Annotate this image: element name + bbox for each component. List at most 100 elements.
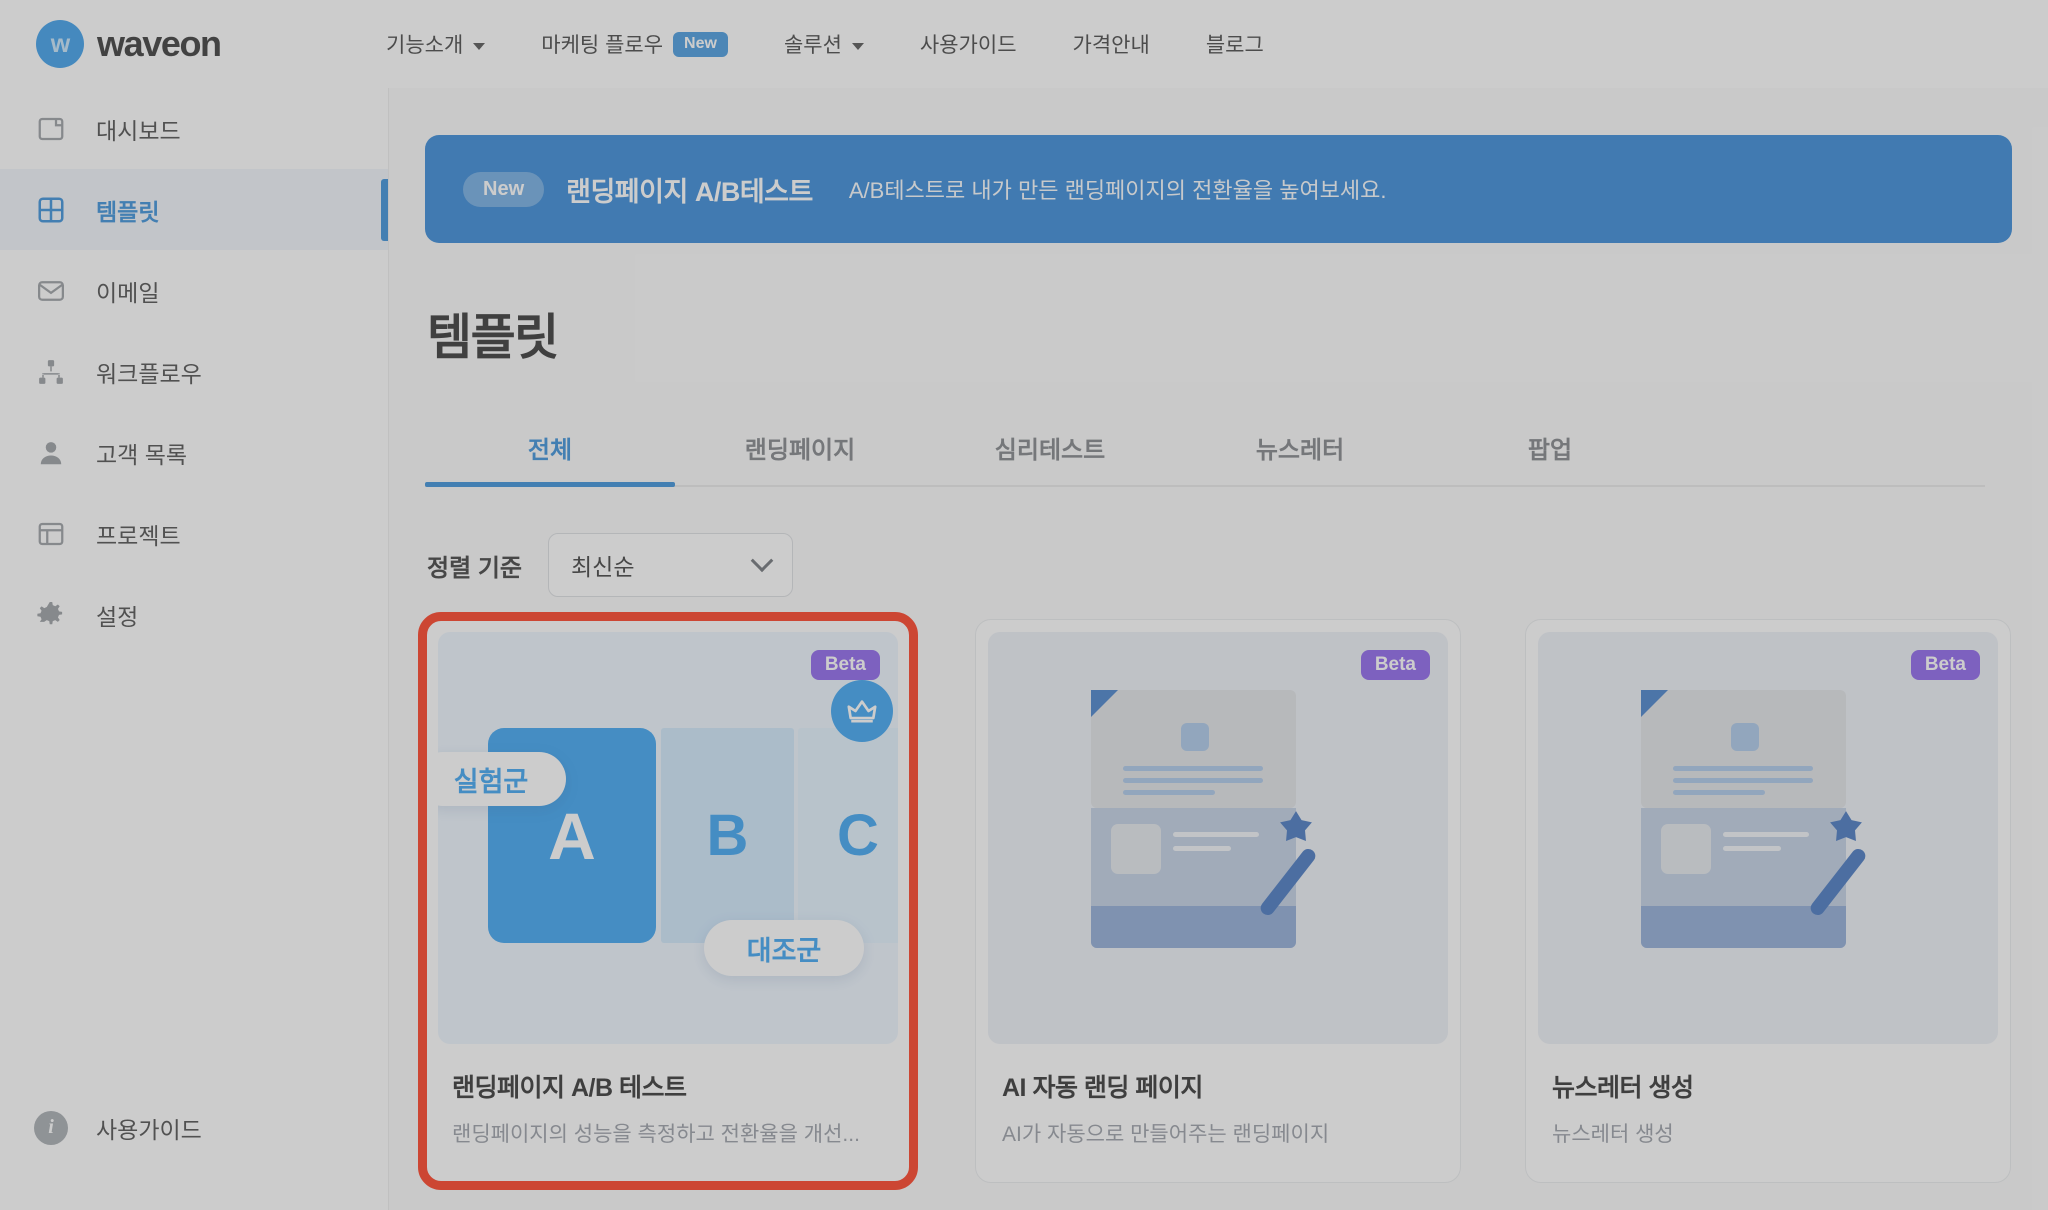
sort-label: 정렬 기준	[427, 554, 522, 582]
layout-icon	[34, 517, 68, 551]
ai-page-bottom	[1641, 808, 1846, 948]
nav-item-label: 사용가이드	[919, 34, 1017, 57]
tab-all[interactable]: 전체	[425, 430, 675, 487]
variant-b-block: B	[661, 728, 794, 943]
ai-avatar-block	[1731, 723, 1759, 751]
sidebar-item-label: 워크플로우	[96, 360, 202, 387]
corner-fold-icon	[1091, 690, 1118, 717]
sidebar-item-label: 이메일	[96, 279, 160, 306]
ai-avatar-block	[1181, 723, 1209, 751]
sidebar-item-workflow[interactable]: 워크플로우	[0, 331, 388, 412]
nav-item-user-guide[interactable]: 사용가이드	[892, 29, 1045, 59]
corner-fold-icon	[1641, 690, 1668, 717]
tab-landing-page[interactable]: 랜딩페이지	[675, 430, 925, 485]
card-thumbnail: Beta	[988, 632, 1448, 1044]
magic-star-icon	[1830, 811, 1862, 841]
card-body: 뉴스레터 생성 뉴스레터 생성	[1526, 1044, 2010, 1182]
sidebar-item-settings[interactable]: 설정	[0, 574, 388, 655]
page-title: 템플릿	[427, 311, 559, 365]
card-description: 랜딩페이지의 성능을 측정하고 전환율을 개선...	[452, 1123, 860, 1146]
sidebar-item-label: 프로젝트	[96, 522, 181, 549]
app-root: w waveon 기능소개 마케팅 플로우 New 솔루션 사용가이드 가격안내	[0, 0, 2048, 1210]
person-icon	[34, 436, 68, 470]
template-category-tabs: 전체 랜딩페이지 심리테스트 뉴스레터 팝업	[425, 421, 1985, 487]
ai-page-bottom	[1091, 808, 1296, 948]
sort-row: 정렬 기준 최신순	[427, 533, 2048, 597]
banner-subtitle: A/B테스트로 내가 만든 랜딩페이지의 전환율을 높여보세요.	[848, 178, 1387, 203]
active-indicator-bar	[381, 179, 388, 241]
template-card-ai-landing-page[interactable]: Beta AI 자동 랜딩 페이지 AI가 자동으로 만들어주는 랜딩페이지	[975, 619, 1461, 1183]
tab-label: 전체	[527, 437, 573, 464]
ab-test-artwork: A B C 실험군 대조군	[438, 632, 898, 1044]
sidebar-item-email[interactable]: 이메일	[0, 250, 388, 331]
nav-item-label: 블로그	[1205, 34, 1264, 57]
tab-label: 랜딩페이지	[744, 437, 856, 464]
top-navigation-bar: w waveon 기능소개 마케팅 플로우 New 솔루션 사용가이드 가격안내	[0, 0, 2048, 88]
brand-logo[interactable]: w waveon	[36, 20, 296, 68]
ai-text-line	[1123, 766, 1263, 771]
ai-page-top	[1091, 690, 1296, 808]
sidebar-footer: i 사용가이드	[0, 1087, 388, 1168]
card-body: 랜딩페이지 A/B 테스트 랜딩페이지의 성능을 측정하고 전환율을 개선...	[426, 1044, 910, 1182]
card-description: 뉴스레터 생성	[1552, 1123, 1674, 1146]
template-card-newsletter[interactable]: Beta 뉴스레터 생성 뉴스레터 생성	[1525, 619, 2011, 1183]
dashboard-icon	[34, 112, 68, 146]
template-card-grid: A B C 실험군 대조군 Beta 랜딩페이지 A/B 테스트 랜딩페이지의 …	[418, 612, 2048, 1190]
crown-icon	[831, 680, 893, 742]
sort-dropdown[interactable]: 최신순	[548, 533, 793, 597]
ai-image-block	[1661, 824, 1711, 874]
new-badge: New	[673, 31, 728, 57]
nav-item-marketing-flow[interactable]: 마케팅 플로우 New	[513, 29, 756, 59]
grid-icon	[34, 193, 68, 227]
nav-item-pricing[interactable]: 가격안내	[1045, 29, 1178, 59]
waveon-mark-icon: w	[36, 20, 84, 68]
nav-item-list: 기능소개 마케팅 플로우 New 솔루션 사용가이드 가격안내 블로그	[358, 29, 1292, 59]
template-card-ab-test[interactable]: A B C 실험군 대조군 Beta 랜딩페이지 A/B 테스트 랜딩페이지의 …	[418, 612, 918, 1190]
card-thumbnail: A B C 실험군 대조군 Beta	[438, 632, 898, 1044]
gear-icon	[34, 598, 68, 632]
ai-text-line	[1723, 846, 1781, 851]
nav-item-blog[interactable]: 블로그	[1178, 29, 1292, 59]
brand-name: waveon	[97, 23, 222, 64]
promo-banner[interactable]: New 랜딩페이지 A/B테스트 A/B테스트로 내가 만든 랜딩페이지의 전환…	[425, 135, 2012, 243]
nav-item-solutions[interactable]: 솔루션	[756, 29, 892, 59]
tab-label: 뉴스레터	[1255, 437, 1345, 464]
ai-text-line	[1673, 778, 1813, 783]
sidebar: 대시보드 템플릿 이메일 워크플로우 고객 목록 프로젝트 설정 i 사용가이드	[0, 88, 389, 1210]
card-body: AI 자동 랜딩 페이지 AI가 자동으로 만들어주는 랜딩페이지	[976, 1044, 1460, 1182]
tab-newsletter[interactable]: 뉴스레터	[1175, 430, 1425, 485]
sidebar-item-user-guide[interactable]: i 사용가이드	[0, 1087, 388, 1168]
chevron-down-icon	[473, 42, 486, 50]
main-content: New 랜딩페이지 A/B테스트 A/B테스트로 내가 만든 랜딩페이지의 전환…	[389, 88, 2048, 1210]
sidebar-item-label: 템플릿	[96, 198, 160, 225]
beta-badge: Beta	[1360, 650, 1430, 680]
sidebar-item-label: 사용가이드	[96, 1116, 202, 1143]
ai-text-line	[1123, 790, 1215, 795]
sidebar-item-label: 대시보드	[96, 117, 181, 144]
variant-c-block: C	[798, 728, 898, 943]
ai-text-line	[1723, 832, 1809, 837]
beta-badge: Beta	[810, 650, 880, 680]
sidebar-item-dashboard[interactable]: 대시보드	[0, 88, 388, 169]
ai-image-block	[1111, 824, 1161, 874]
ai-text-line	[1123, 778, 1263, 783]
beta-badge: Beta	[1910, 650, 1980, 680]
tab-psych-test[interactable]: 심리테스트	[925, 430, 1175, 485]
card-title: AI 자동 랜딩 페이지	[1002, 1074, 1203, 1102]
ai-text-line	[1173, 846, 1231, 851]
nav-item-features[interactable]: 기능소개	[358, 29, 513, 59]
chevron-down-icon	[750, 549, 774, 573]
sort-value: 최신순	[571, 554, 635, 580]
banner-new-badge: New	[463, 171, 545, 207]
ai-text-line	[1673, 790, 1765, 795]
control-group-pill: 대조군	[704, 920, 864, 976]
chevron-down-icon	[851, 42, 864, 50]
sidebar-item-customers[interactable]: 고객 목록	[0, 412, 388, 493]
sidebar-item-templates[interactable]: 템플릿	[0, 169, 388, 250]
tab-popup[interactable]: 팝업	[1425, 430, 1675, 485]
card-title: 랜딩페이지 A/B 테스트	[452, 1074, 687, 1102]
envelope-icon	[34, 274, 68, 308]
sidebar-item-projects[interactable]: 프로젝트	[0, 493, 388, 574]
ai-text-line	[1673, 766, 1813, 771]
nav-item-label: 마케팅 플로우	[541, 34, 664, 57]
